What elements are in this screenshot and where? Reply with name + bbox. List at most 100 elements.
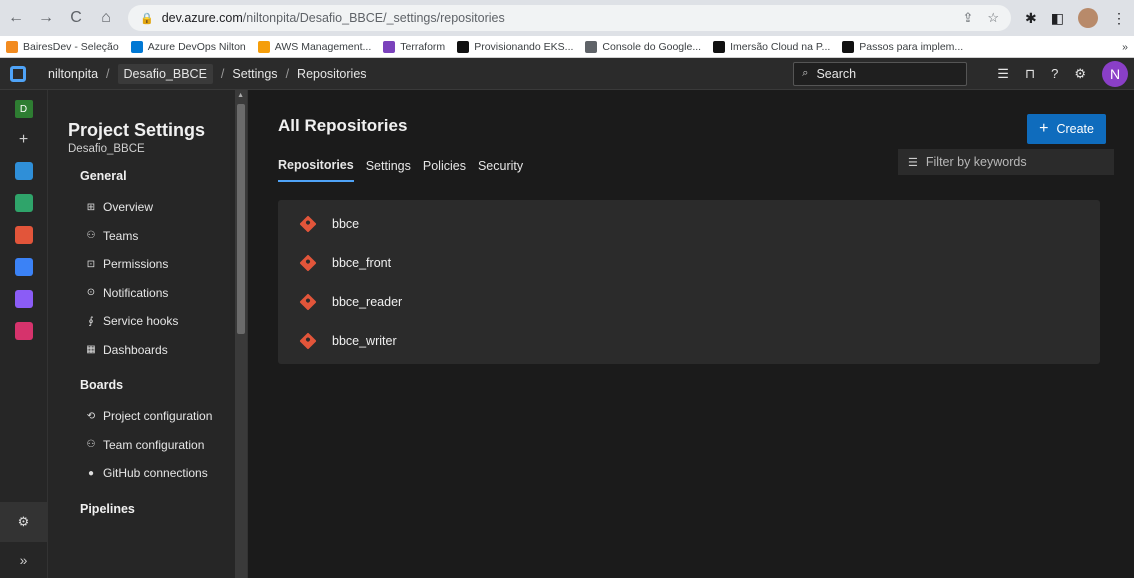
tab-settings[interactable]: Settings (366, 159, 411, 181)
bookmark-item[interactable]: AWS Management... (257, 40, 372, 53)
browser-toolbar: ← → C ⌂ 🔒 dev.azure.com/niltonpita/Desaf… (0, 0, 1134, 36)
bookmark-item[interactable]: Imersão Cloud na P... (713, 40, 831, 53)
breadcrumb-settings[interactable]: Settings (232, 67, 277, 81)
tab-repositories[interactable]: Repositories (278, 158, 354, 182)
browser-nav: ← → C ⌂ (8, 9, 128, 27)
work-items-icon[interactable]: ☰ (997, 66, 1009, 82)
bookmark-item[interactable]: Terraform (383, 40, 446, 53)
breadcrumb-org[interactable]: niltonpita (48, 67, 98, 81)
left-rail: D + ⚙ » (0, 90, 48, 578)
sidepanel-icon[interactable]: ◧ (1051, 10, 1064, 27)
test-plans-icon[interactable] (14, 290, 33, 308)
filter-input[interactable]: ☰ Filter by keywords (898, 149, 1114, 175)
bookmark-favicon-icon (585, 40, 598, 53)
repos-icon[interactable] (14, 226, 33, 244)
bookmark-favicon-icon (130, 40, 143, 53)
breadcrumb-separator: / (220, 66, 225, 81)
marketplace-icon[interactable]: ⊓ (1025, 66, 1035, 82)
list-item[interactable]: bbce_reader (278, 282, 1100, 321)
breadcrumb-project[interactable]: Desafio_BBCE (117, 63, 213, 84)
git-repo-icon (299, 215, 317, 232)
more-bookmarks-icon[interactable]: » (1122, 41, 1128, 53)
bookmark-item[interactable]: Azure DevOps Nilton (130, 40, 246, 53)
artifacts-icon[interactable] (14, 322, 33, 340)
url-host: dev.azure.com (161, 11, 243, 25)
add-icon[interactable]: + (19, 132, 28, 148)
url-path: /niltonpita/Desafio_BBCE/_settings/repos… (242, 11, 505, 25)
bookmark-label: BairesDev - Seleção (23, 40, 119, 53)
back-icon[interactable]: ← (8, 9, 24, 27)
forward-icon[interactable]: → (38, 9, 54, 27)
profile-avatar[interactable] (1078, 8, 1098, 28)
address-bar[interactable]: 🔒 dev.azure.com/niltonpita/Desafio_BBCE/… (128, 5, 1012, 31)
breadcrumb-separator: / (285, 66, 290, 81)
help-icon[interactable]: ? (1051, 66, 1058, 81)
repo-name: bbce_writer (332, 333, 397, 348)
settings-nav-item[interactable]: ⊙ Notifications (84, 279, 247, 308)
breadcrumb-page[interactable]: Repositories (297, 67, 366, 81)
settings-item-label: GitHub connections (103, 466, 208, 481)
git-repo-icon (299, 293, 317, 310)
repo-name: bbce_reader (332, 294, 403, 309)
breadcrumb: niltonpita / Desafio_BBCE / Settings / R… (48, 63, 367, 84)
bookmark-item[interactable]: BairesDev - Seleção (6, 40, 119, 53)
reload-icon[interactable]: C (68, 9, 84, 27)
user-settings-icon[interactable]: ⚙ (1074, 66, 1086, 82)
bookmark-label: Terraform (400, 40, 446, 53)
settings-item-icon: ▦ (86, 344, 96, 356)
scrollbar[interactable]: ▲ (235, 90, 247, 578)
project-badge[interactable]: D (14, 100, 33, 118)
share-icon[interactable]: ⇪ (962, 10, 973, 26)
home-icon[interactable]: ⌂ (98, 9, 114, 27)
settings-section-heading[interactable]: Pipelines (80, 502, 247, 516)
settings-nav-item[interactable]: ● GitHub connections (84, 459, 247, 488)
bookmark-label: Imersão Cloud na P... (730, 40, 831, 53)
star-icon[interactable]: ☆ (987, 10, 999, 26)
settings-item-icon: ● (87, 467, 95, 479)
create-button[interactable]: + Create (1027, 114, 1106, 144)
expand-icon[interactable]: » (0, 542, 48, 578)
settings-nav-item[interactable]: ⚇ Teams (84, 222, 247, 251)
settings-section-heading[interactable]: General (80, 169, 247, 183)
settings-nav-item[interactable]: ▦ Dashboards (84, 336, 247, 365)
bookmark-item[interactable]: Console do Google... (585, 40, 701, 53)
settings-item-label: Project configuration (103, 409, 213, 424)
tab-policies[interactable]: Policies (423, 159, 466, 181)
tab-security[interactable]: Security (478, 159, 523, 181)
bookmark-label: Azure DevOps Nilton (147, 40, 246, 53)
search-input[interactable]: ⌕ Search (793, 61, 968, 86)
bookmark-favicon-icon (713, 40, 726, 53)
settings-item-icon: ⊙ (86, 287, 96, 299)
settings-nav-item[interactable]: ⊞ Overview (84, 193, 247, 222)
azure-devops-logo-icon[interactable] (10, 65, 26, 82)
bookmark-item[interactable]: Provisionando EKS... (457, 40, 573, 53)
settings-section-heading[interactable]: Boards (80, 378, 247, 392)
bookmark-label: AWS Management... (274, 40, 372, 53)
settings-item-icon: ⚇ (86, 230, 96, 242)
settings-nav-item[interactable]: ⊡ Permissions (84, 250, 247, 279)
extensions-icon[interactable]: ✱ (1025, 10, 1037, 27)
page-title: All Repositories (278, 116, 408, 135)
settings-item-label: Teams (103, 228, 139, 243)
scroll-thumb[interactable] (237, 104, 245, 334)
settings-item-icon: ⟲ (86, 410, 96, 422)
list-item[interactable]: bbce_front (278, 243, 1100, 282)
project-settings-icon[interactable]: ⚙ (0, 502, 48, 542)
avatar[interactable]: N (1102, 60, 1128, 87)
overview-icon[interactable] (14, 162, 33, 180)
settings-nav-item[interactable]: ⟲ Project configuration (84, 402, 247, 431)
settings-item-icon: ⊞ (86, 201, 96, 213)
bookmark-label: Passos para implem... (859, 40, 964, 53)
menu-icon[interactable]: ⋮ (1112, 10, 1126, 27)
list-item[interactable]: bbce (278, 204, 1100, 243)
list-item[interactable]: bbce_writer (278, 321, 1100, 360)
settings-nav-title: Project Settings (68, 120, 206, 140)
settings-nav-item[interactable]: ∮ Service hooks (84, 307, 247, 336)
bookmark-item[interactable]: Passos para implem... (842, 40, 964, 53)
settings-nav-item[interactable]: ⚇ Team configuration (84, 431, 247, 460)
pipelines-icon[interactable] (14, 258, 33, 276)
scroll-up-icon[interactable]: ▲ (237, 92, 244, 99)
search-placeholder: Search (816, 66, 857, 81)
bookmark-favicon-icon (383, 40, 396, 53)
boards-icon[interactable] (14, 194, 33, 212)
